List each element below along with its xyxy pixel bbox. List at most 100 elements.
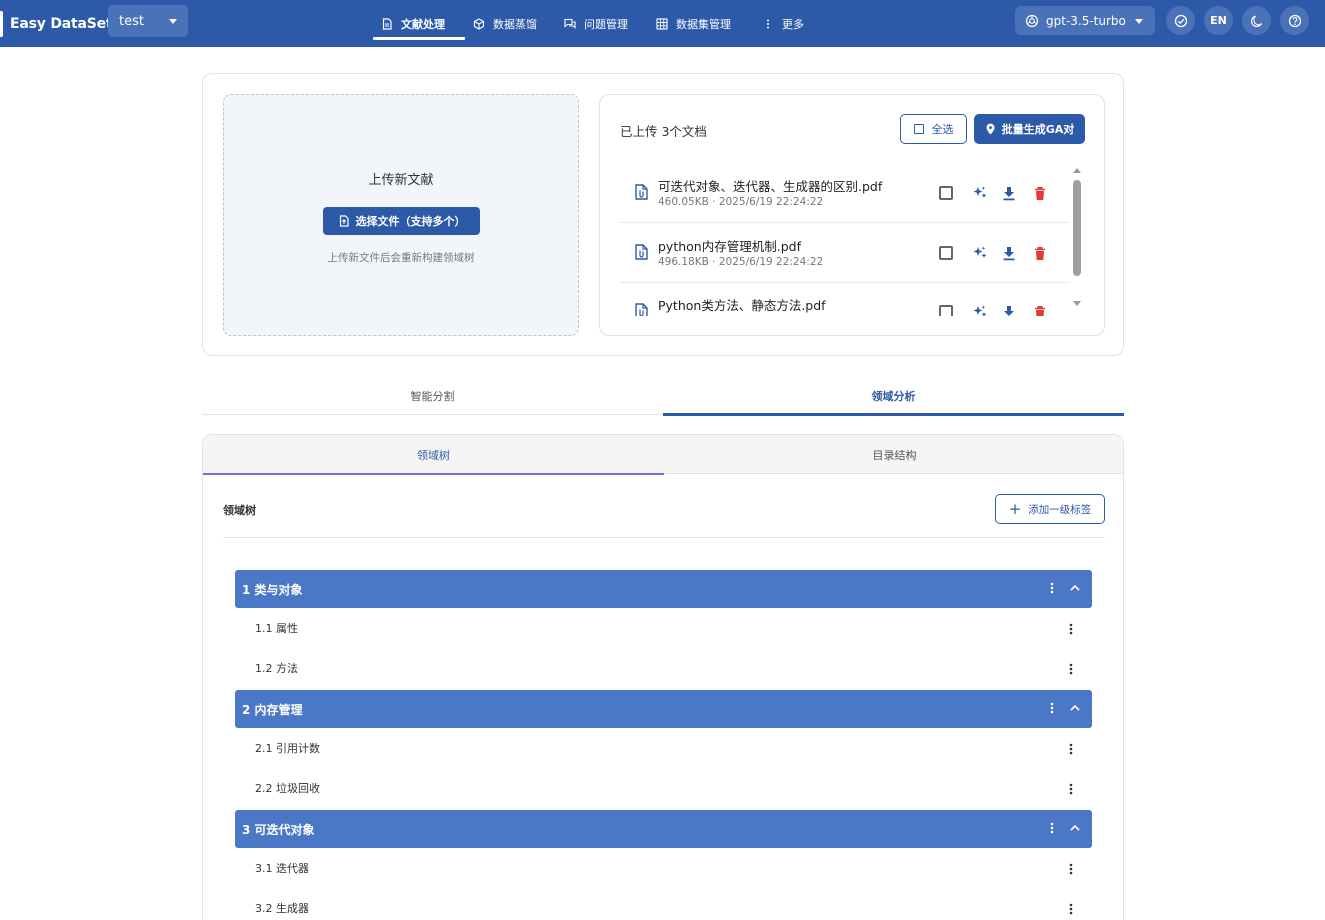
select-files-button[interactable]: 选择文件（支持多个） [323,207,480,235]
select-all-button[interactable]: 全选 [900,114,967,144]
tab-domain-analysis[interactable]: 领域分析 [663,377,1124,416]
tree-group: 2 内存管理 2.1 引用计数 2.2 垃圾回收 [235,690,1092,808]
more-vertical-icon[interactable] [1067,862,1075,876]
tree-node-level2[interactable]: 1.2 方法 [235,648,1092,688]
file-list-scrollbar[interactable] [1073,164,1081,308]
download-button[interactable] [1000,303,1018,316]
more-vertical-icon[interactable] [1067,902,1075,916]
openai-icon [1025,14,1039,27]
tree-node-label: 2.1 引用计数 [255,742,320,755]
more-vertical-icon[interactable] [1067,742,1075,756]
tree-node-level1[interactable]: 2 内存管理 [235,690,1092,728]
chevron-up-icon[interactable] [1069,823,1081,833]
scroll-up-icon[interactable] [1073,168,1081,173]
tab-toc-structure[interactable]: 目录结构 [664,435,1123,474]
delete-button[interactable] [1031,303,1049,316]
file-name: 可迭代对象、迭代器、生成器的区别.pdf [658,179,883,194]
tree-node-level2[interactable]: 3.2 生成器 [235,888,1092,920]
nav-item-questions[interactable]: 问题管理 [556,0,648,47]
tree-node-label: 1.2 方法 [255,662,298,675]
uploaded-files-title: 已上传 3个文档 [620,124,707,139]
generate-button[interactable] [971,244,989,262]
tree-node-level1[interactable]: 3 可迭代对象 [235,810,1092,848]
upload-card: 上传新文献 选择文件（支持多个） 上传新文件后会重新构建领域树 已上传 3个文档… [202,73,1124,356]
tree-node-label: 2.2 垃圾回收 [255,782,320,795]
upload-dropzone[interactable]: 上传新文献 选择文件（支持多个） 上传新文件后会重新构建领域树 [223,94,579,336]
tree-node-label: 3.2 生成器 [255,902,309,915]
location-pin-icon [986,123,995,135]
generate-button[interactable] [971,184,989,202]
brand[interactable]: Easy DataSet [0,0,113,47]
add-top-level-tag-label: 添加一级标签 [1028,503,1092,516]
batch-generate-button[interactable]: 批量生成GA对 [974,114,1085,144]
main-nav: 文献处理 数据蒸馏 问题管理 数据集管理 更多 [373,0,814,47]
download-icon [1003,246,1015,260]
language-button-label: EN [1210,14,1227,27]
nav-item-more[interactable]: 更多 [754,0,814,47]
theme-toggle-button[interactable] [1242,6,1271,35]
trash-icon [1035,305,1045,316]
upload-file-icon [339,215,349,227]
file-row[interactable]: python内存管理机制.pdf 496.18KB · 2025/6/19 22… [620,224,1070,283]
brand-accent [0,10,3,37]
delete-button[interactable] [1031,184,1049,202]
scroll-thumb[interactable] [1073,180,1081,276]
model-select-value: gpt-3.5-turbo [1046,13,1126,28]
sparkle-icon [973,305,987,316]
tree-node-label: 3 可迭代对象 [242,822,315,837]
trash-icon [1035,246,1045,260]
tab-smart-split[interactable]: 智能分割 [202,377,663,414]
nav-item-datasets[interactable]: 数据集管理 [648,0,754,47]
domain-tree: 1 类与对象 1.1 属性 1.2 方法 2 内存管理 2.1 引用计数 2.2… [235,570,1092,920]
domain-tree-title: 领域树 [223,504,256,517]
add-top-level-tag-button[interactable]: + 添加一级标签 [995,494,1105,524]
more-vertical-icon[interactable] [1067,662,1075,676]
model-select[interactable]: gpt-3.5-turbo [1015,6,1155,35]
help-icon [1288,14,1301,27]
file-row[interactable]: Python类方法、静态方法.pdf [620,283,1070,316]
domain-analysis-panel: 领域树 目录结构 领域树 + 添加一级标签 1 类与对象 1.1 属性 1.2 … [202,434,1124,920]
generate-button[interactable] [971,303,989,316]
more-vertical-icon[interactable] [1048,821,1056,835]
more-vertical-icon[interactable] [1067,782,1075,796]
help-button[interactable] [1280,6,1309,35]
file-meta: 496.18KB · 2025/6/19 22:24:22 [658,256,824,268]
nav-item-distill[interactable]: 数据蒸馏 [465,0,556,47]
file-meta: 460.05KB · 2025/6/19 22:24:22 [658,196,824,208]
nav-item-label: 问题管理 [584,17,628,31]
tree-node-level1[interactable]: 1 类与对象 [235,570,1092,608]
pdf-file-icon [635,184,648,200]
task-status-button[interactable] [1166,6,1195,35]
delete-button[interactable] [1031,244,1049,262]
upload-title: 上传新文献 [368,173,434,188]
plus-icon: + [1008,499,1022,518]
tree-node-level2[interactable]: 3.1 迭代器 [235,848,1092,888]
domain-sub-tabs: 领域树 目录结构 [203,435,1123,475]
chevron-up-icon[interactable] [1069,703,1081,713]
tree-node-level2[interactable]: 2.2 垃圾回收 [235,768,1092,808]
scroll-down-icon[interactable] [1073,301,1081,306]
tree-node-level2[interactable]: 2.1 引用计数 [235,728,1092,768]
tree-node-level2[interactable]: 1.1 属性 [235,608,1092,648]
file-name: Python类方法、静态方法.pdf [658,298,826,313]
file-checkbox[interactable] [939,186,953,200]
nav-item-literature[interactable]: 文献处理 [373,0,465,47]
grid-icon [656,17,668,30]
chevron-down-icon [169,19,177,24]
project-select[interactable]: test [108,5,188,37]
chat-icon [564,18,576,29]
file-row[interactable]: 可迭代对象、迭代器、生成器的区别.pdf 460.05KB · 2025/6/1… [620,164,1070,223]
language-button[interactable]: EN [1204,6,1233,35]
trash-icon [1035,186,1045,200]
more-vertical-icon[interactable] [1048,701,1056,715]
tab-domain-tree[interactable]: 领域树 [203,435,664,475]
file-checkbox[interactable] [939,305,953,316]
check-circle-icon [1174,14,1187,27]
chevron-up-icon[interactable] [1069,583,1081,593]
file-checkbox[interactable] [939,246,953,260]
more-vertical-icon[interactable] [1067,622,1075,636]
more-vertical-icon[interactable] [1048,581,1056,595]
file-list: 可迭代对象、迭代器、生成器的区别.pdf 460.05KB · 2025/6/1… [620,164,1070,316]
download-button[interactable] [1000,184,1018,202]
download-button[interactable] [1000,244,1018,262]
